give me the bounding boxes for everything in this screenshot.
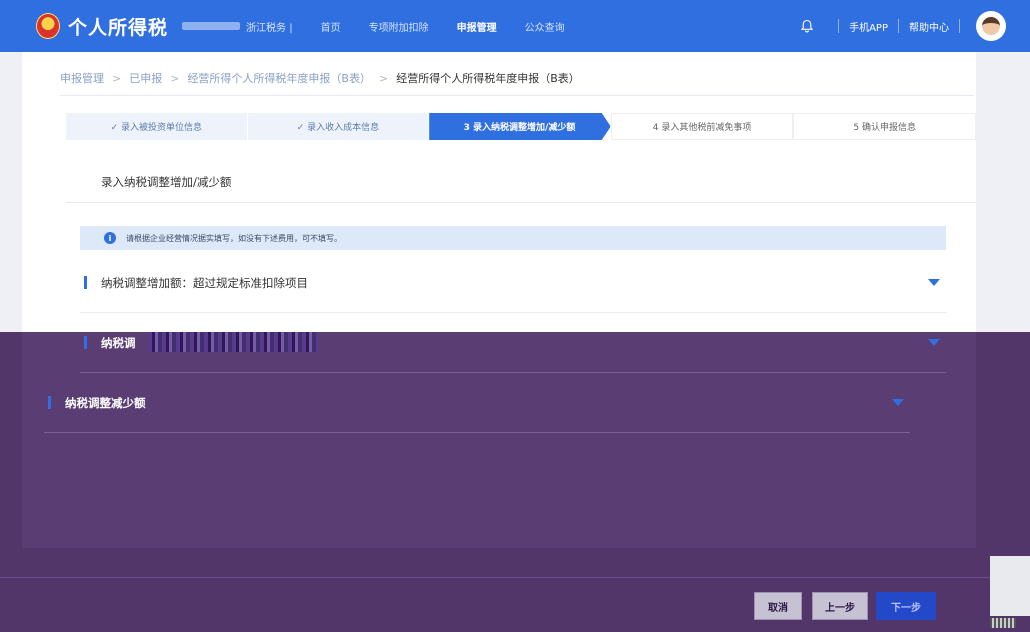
mobile-app-link[interactable]: 手机APP [849,19,888,34]
step-5: 5 确认申报信息 [793,113,976,140]
next-step-button[interactable]: 下一步 [876,592,936,620]
region-label: 浙江税务 | [246,22,293,34]
divider [838,19,840,33]
breadcrumb-filed[interactable]: 已申报 [129,70,162,86]
nav-special-deduction[interactable]: 专项附加扣除 [369,19,429,34]
accordion-label: 纳税调 [101,335,136,350]
accordion-increase-over-standard[interactable]: 纳税调整增加额：超过规定标准扣除项目 [80,253,946,313]
accordion-label: 纳税调整减少额 [65,395,146,410]
previous-step-button[interactable]: 上一步 [812,592,868,620]
footer-divider [0,577,1030,578]
accordion-decrease[interactable]: 纳税调整减少额 [44,373,910,433]
section-title: 录入纳税调整增加/减少额 [101,174,232,189]
nav-declaration-management[interactable]: 申报管理 [457,19,497,34]
accent-bar [48,396,51,409]
avatar-face-icon [982,17,1000,35]
divider [959,19,960,33]
masked-user-name [182,22,241,30]
accent-bar [84,276,87,289]
step-1[interactable]: ✓ 录入被投资单位信息 [66,113,248,140]
caret-down-icon[interactable] [892,399,904,406]
accent-bar [84,336,87,349]
step-4: 4 录入其他税前减免事项 [610,113,794,140]
chevron-right-icon: > [170,71,180,85]
cancel-button[interactable]: 取消 [754,592,802,620]
step-progress: ✓ 录入被投资单位信息 ✓ 录入收入成本信息 3 录入纳税调整增加/减少额 4 … [66,113,976,140]
breadcrumb-declaration-management[interactable]: 申报管理 [60,70,104,86]
top-bar: 个人所得税 浙江税务 | 首页 专项附加扣除 申报管理 公众查询 手机APP 帮… [0,0,1030,52]
caret-down-icon[interactable] [928,279,940,286]
tax-emblem-icon [36,13,60,39]
top-right-tools: 手机APP 帮助中心 [800,11,1006,41]
step-3-current[interactable]: 3 录入纳税调整增加/减少额 [429,113,611,140]
nav-public-query[interactable]: 公众查询 [525,19,565,34]
nav-home[interactable]: 首页 [321,19,341,34]
accordion-label: 纳税调整增加额：超过规定标准扣除项目 [101,275,308,290]
brand[interactable]: 个人所得税 [36,13,168,40]
edge-artifact [990,556,1030,616]
info-notice: i 请根据企业经营情况据实填写，如没有下述费用，可不填写。 [80,226,946,250]
accordion-increase-other[interactable]: 纳税调 [80,313,946,373]
noise-artifact [990,618,1016,628]
brand-title: 个人所得税 [68,16,169,39]
info-icon: i [104,232,116,244]
section-heading: 录入纳税调整增加/减少额 [66,161,976,203]
chevron-right-icon: > [378,71,389,85]
help-center-link[interactable]: 帮助中心 [909,19,949,34]
info-text: 请根据企业经营情况据实填写，如没有下述费用，可不填写。 [126,233,342,243]
main-nav: 首页 专项附加扣除 申报管理 公众查询 [321,0,593,52]
step-2[interactable]: ✓ 录入收入成本信息 [247,113,430,140]
breadcrumb: 申报管理 > 已申报 > 经营所得个人所得税年度申报（B表） > 经营所得个人所… [60,70,588,86]
breadcrumb-current: 经营所得个人所得税年度申报（B表） [396,72,580,85]
divider [60,95,974,96]
divider [898,19,899,33]
avatar[interactable] [976,11,1006,41]
chevron-right-icon: > [112,71,122,85]
caret-down-icon[interactable] [928,339,940,346]
breadcrumb-business-b-form[interactable]: 经营所得个人所得税年度申报（B表） [187,70,371,86]
bell-icon[interactable] [800,19,814,33]
